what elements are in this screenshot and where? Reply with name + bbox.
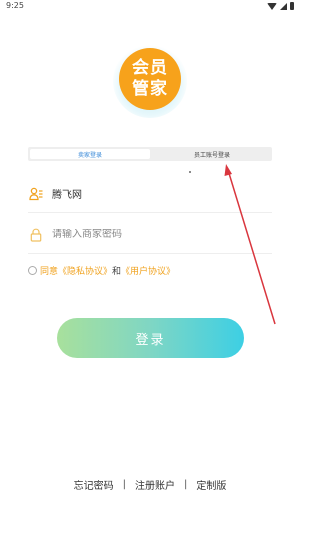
- login-type-tabs: 卖家登录 员工账号登录: [28, 147, 272, 161]
- user-agreement-link[interactable]: 《用户协议》: [121, 264, 175, 277]
- logo-badge: 会员 管家: [119, 48, 181, 110]
- privacy-link[interactable]: 《隐私协议》: [58, 264, 112, 277]
- password-field[interactable]: [28, 215, 272, 254]
- agreement-row: 同意 《隐私协议》 和 《用户协议》: [28, 263, 175, 277]
- status-icons: [267, 2, 294, 10]
- signal-icon: [280, 2, 287, 10]
- battery-icon: [290, 2, 294, 10]
- wifi-icon: [267, 2, 277, 10]
- cursor-dot: [189, 171, 191, 173]
- account-value: 腾飞网: [52, 189, 82, 201]
- account-field[interactable]: 腾飞网: [28, 174, 272, 213]
- status-bar: 9:25: [0, 0, 300, 14]
- app-logo: 会员 管家: [113, 44, 187, 118]
- tab-staff-login[interactable]: 员工账号登录: [152, 147, 272, 161]
- password-input[interactable]: [52, 228, 252, 240]
- footer-separator: |: [184, 479, 188, 490]
- logo-line-1: 会员: [132, 58, 168, 78]
- forgot-password-link[interactable]: 忘记密码: [74, 477, 114, 492]
- register-link[interactable]: 注册账户: [135, 477, 175, 492]
- custom-edition-link[interactable]: 定制版: [196, 477, 226, 492]
- lock-icon: [29, 227, 43, 242]
- status-time: 9:25: [6, 1, 24, 10]
- footer-links: 忘记密码 | 注册账户 | 定制版: [0, 477, 300, 492]
- agree-radio[interactable]: [28, 265, 37, 275]
- agree-prefix: 同意: [40, 266, 59, 277]
- logo-line-2: 管家: [132, 79, 168, 99]
- tab-seller-login[interactable]: 卖家登录: [30, 149, 150, 159]
- user-icon: [29, 186, 43, 201]
- footer-separator: |: [122, 479, 126, 490]
- login-button[interactable]: 登录: [57, 318, 244, 358]
- agree-and: 和: [112, 266, 122, 277]
